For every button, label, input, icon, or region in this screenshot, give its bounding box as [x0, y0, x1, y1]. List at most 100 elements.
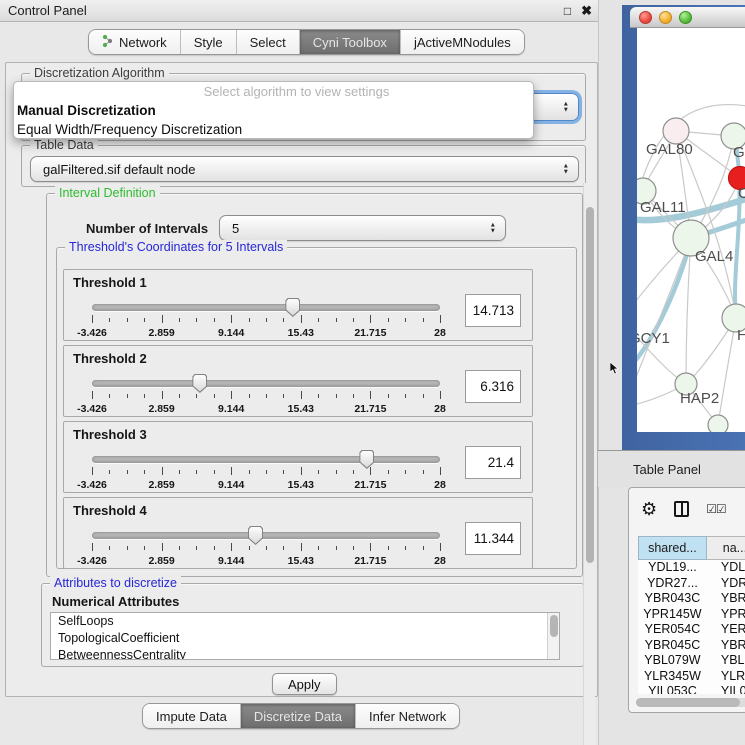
apply-button[interactable]: Apply: [272, 673, 337, 695]
scrollbar-thumb[interactable]: [636, 698, 740, 707]
algorithm-option-manual[interactable]: Manual Discretization: [14, 101, 533, 120]
table-cell[interactable]: YDR27...: [638, 576, 707, 592]
table-row[interactable]: YBR043CYBR0...: [638, 591, 745, 607]
table-row[interactable]: YDL19...YDL1...: [638, 560, 745, 576]
tab-network[interactable]: Network: [89, 30, 180, 54]
minimize-traffic-light-icon[interactable]: [659, 11, 672, 24]
table-cell[interactable]: YPR1...: [707, 607, 745, 623]
tab-label: Discretize Data: [254, 709, 342, 724]
slider-track[interactable]: [92, 380, 440, 387]
tick-mark: [423, 546, 424, 550]
table-data-combobox[interactable]: galFiltered.sif default node ▲▼: [30, 156, 579, 182]
slider-track[interactable]: [92, 532, 440, 539]
tab-infer-network[interactable]: Infer Network: [355, 704, 459, 728]
num-intervals-combobox[interactable]: 5 ▲▼: [219, 215, 506, 241]
table-cell[interactable]: YDL1...: [707, 560, 745, 576]
columns-icon[interactable]: [674, 501, 689, 517]
threshold-2-slider[interactable]: -3.4262.8599.14415.4321.71528: [92, 374, 440, 414]
table-cell[interactable]: YBL0...: [707, 653, 745, 669]
scrollbar-thumb[interactable]: [586, 207, 594, 563]
table-row[interactable]: YDR27...YDR2...: [638, 576, 745, 592]
table-cell[interactable]: YLR3...: [707, 669, 745, 685]
table-row[interactable]: YBR045CYBR0...: [638, 638, 745, 654]
tick-mark: [179, 394, 180, 398]
list-item[interactable]: SelfLoops: [51, 613, 559, 630]
network-view-canvas[interactable]: GAL80 G C GAL11 GAL4 GCY1 H HAP2: [637, 28, 745, 432]
attributes-group: Attributes to discretize Numerical Attri…: [41, 583, 584, 667]
tab-select[interactable]: Select: [236, 30, 299, 54]
tick-mark: [144, 470, 145, 474]
close-icon[interactable]: ✖: [581, 4, 592, 17]
tick-mark: [196, 318, 197, 322]
tick-mark: [196, 546, 197, 550]
table-cell[interactable]: YDL19...: [638, 560, 707, 576]
table-cell[interactable]: YBR045C: [638, 638, 707, 654]
table-cell[interactable]: YBR0...: [707, 591, 745, 607]
network-graph: GAL80 G C GAL11 GAL4 GCY1 H HAP2: [637, 28, 745, 432]
tab-jactivemnodules[interactable]: jActiveMNodules: [400, 30, 524, 54]
threshold-2-value[interactable]: 6.316: [465, 370, 521, 403]
table-cell[interactable]: YIL0...: [707, 684, 745, 694]
network-window-titlebar[interactable]: [630, 7, 745, 28]
slider-track[interactable]: [92, 456, 440, 463]
tick-mark: [318, 470, 319, 474]
column-header-shared-name[interactable]: shared...: [638, 536, 707, 560]
slider-track[interactable]: [92, 304, 440, 311]
table-cell[interactable]: YIL053C: [638, 684, 707, 694]
table-data-value: galFiltered.sif default node: [43, 162, 195, 177]
close-traffic-light-icon[interactable]: [639, 11, 652, 24]
tick-mark: [405, 546, 406, 550]
panel-vertical-scrollbar[interactable]: [583, 183, 595, 745]
column-header-name[interactable]: na...: [707, 536, 745, 560]
tick-mark: [405, 394, 406, 398]
slider-ticks: [92, 543, 440, 552]
tab-impute-data[interactable]: Impute Data: [143, 704, 240, 728]
node-bottom-partial[interactable]: [708, 415, 728, 432]
node-label: GAL80: [646, 141, 693, 158]
table-cell[interactable]: YDR2...: [707, 576, 745, 592]
threshold-1-value[interactable]: 14.713: [465, 294, 521, 327]
table-cell[interactable]: YLR345W: [638, 669, 707, 685]
tick-label: 21.715: [354, 327, 386, 339]
checkbox-filter-icon[interactable]: ☑☑: [706, 502, 726, 516]
float-window-icon[interactable]: □: [564, 5, 571, 17]
tick-label: 15.43: [288, 555, 314, 567]
table-cell[interactable]: YBL079W: [638, 653, 707, 669]
table-row[interactable]: YER054CYER0...: [638, 622, 745, 638]
table-cell[interactable]: YBR0...: [707, 638, 745, 654]
table-row[interactable]: YPR145WYPR1...: [638, 607, 745, 623]
list-item[interactable]: BetweennessCentrality: [51, 647, 559, 660]
tick-mark: [127, 546, 128, 550]
tab-cyni-toolbox[interactable]: Cyni Toolbox: [299, 30, 400, 54]
tick-mark: [127, 394, 128, 398]
threshold-1-slider[interactable]: -3.4262.8599.14415.4321.71528: [92, 298, 440, 338]
table-row[interactable]: YBL079WYBL0...: [638, 653, 745, 669]
threshold-3-value[interactable]: 21.4: [465, 446, 521, 479]
table-row[interactable]: YIL053CYIL0...: [638, 684, 745, 694]
tick-label: 28: [434, 403, 446, 415]
threshold-4-value[interactable]: 11.344: [465, 522, 521, 555]
table-cell[interactable]: YER054C: [638, 622, 707, 638]
table-cell[interactable]: YER0...: [707, 622, 745, 638]
attribute-list-scrollbar[interactable]: [547, 613, 559, 659]
tick-label: 15.43: [288, 403, 314, 415]
table-cell[interactable]: YBR043C: [638, 591, 707, 607]
table-cell[interactable]: YPR145W: [638, 607, 707, 623]
zoom-traffic-light-icon[interactable]: [679, 11, 692, 24]
table-row[interactable]: YLR345WYLR3...: [638, 669, 745, 685]
tick-mark: [353, 470, 354, 474]
threshold-4-slider[interactable]: -3.4262.8599.14415.4321.71528: [92, 526, 440, 566]
threshold-3-slider[interactable]: -3.4262.8599.14415.4321.71528: [92, 450, 440, 490]
tick-label: 28: [434, 327, 446, 339]
table-horizontal-scrollbar[interactable]: [636, 698, 745, 707]
gear-icon[interactable]: ⚙: [641, 500, 657, 518]
list-item[interactable]: TopologicalCoefficient: [51, 630, 559, 647]
scrollbar-thumb[interactable]: [550, 615, 558, 637]
tick-label: 21.715: [354, 479, 386, 491]
tick-mark: [283, 546, 284, 550]
tab-discretize-data[interactable]: Discretize Data: [240, 704, 355, 728]
tick-mark: [370, 315, 371, 323]
attribute-list[interactable]: SelfLoops TopologicalCoefficient Between…: [50, 612, 560, 660]
algorithm-option-equal-width[interactable]: Equal Width/Frequency Discretization: [14, 120, 533, 139]
tab-style[interactable]: Style: [180, 30, 236, 54]
